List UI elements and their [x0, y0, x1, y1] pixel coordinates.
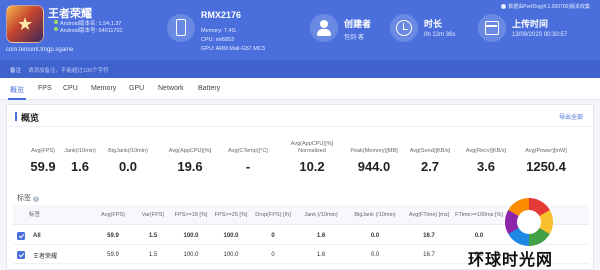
info-icon: [501, 4, 507, 9]
row-name: All: [33, 233, 41, 239]
remark-bar: 备注 请添加备注，不能超过100个字符: [0, 60, 600, 78]
table-cell: 100.0: [183, 252, 199, 258]
upload-value: 13/09/2020 00:30:57: [512, 32, 568, 38]
creator-label: 创建者: [344, 19, 372, 29]
column-header[interactable]: Avg(FTime) [ms]: [403, 205, 455, 225]
table-cell: 0: [271, 252, 275, 258]
column-header[interactable]: Var(FPS): [135, 205, 171, 225]
upload-info: 上传时间 13/09/2020 00:30:57: [478, 10, 588, 50]
column-header[interactable]: FPS>=25 [%]: [211, 205, 251, 225]
column-header[interactable]: Avg(FPS): [91, 205, 135, 225]
report-header: ★ 王者荣耀 Android版本名: 1.54.1.37 Android版本号:…: [0, 0, 600, 60]
table-cell: 59.9: [107, 233, 119, 239]
watermark-logo-icon: [505, 198, 553, 246]
table-cell: 0.0: [370, 233, 380, 239]
table-cell: 100.0: [223, 252, 239, 258]
table-cell: 1.5: [148, 252, 158, 258]
table-cell: 0: [271, 233, 275, 239]
metric-label: Avg(CTemp)[°C]: [228, 148, 268, 154]
device-gpu: GPU: ARM Mali-G57 MC3: [201, 46, 265, 52]
metric-label: Avg(AppCPU)[%] Normalized: [290, 141, 334, 154]
watermark-text: 环球时光网: [468, 252, 554, 269]
metric-label: BigJank(/10min): [108, 148, 148, 154]
watermark: 环球时光网: [462, 196, 600, 270]
tags-label-text: 标签: [17, 195, 31, 202]
app-info: ★ 王者荣耀 Android版本名: 1.54.1.37 Android版本号:…: [6, 5, 156, 55]
metric-label: Avg(Power)[mW]: [525, 148, 567, 154]
table-cell: 1.5: [148, 233, 158, 239]
table-cell: 1.6: [316, 252, 326, 258]
tab-memory[interactable]: Memory: [91, 85, 116, 92]
tab-gpu[interactable]: GPU: [129, 85, 144, 92]
app-icon: ★: [6, 5, 44, 43]
tab-network[interactable]: Network: [158, 85, 184, 92]
row-checkbox[interactable]: [17, 232, 25, 240]
device-model: RMX2176: [201, 10, 242, 20]
device-cpu: CPU: mt6853: [201, 37, 235, 43]
calendar-icon: [478, 14, 506, 42]
metric-value: -: [245, 159, 251, 174]
tab-overview[interactable]: 概览: [8, 85, 26, 100]
metric-value: 19.6: [177, 159, 203, 174]
table-cell: 100.0: [183, 233, 199, 239]
metric-label: Avg(Recv)[KB/s]: [465, 148, 507, 154]
metric-label: Avg(AppCPU)[%]: [168, 148, 212, 154]
table-cell: 100.0: [223, 233, 239, 239]
tab-bar: 概览 FPS CPU Memory GPU Network Battery: [0, 78, 600, 100]
version-note: 数据由PerfDog(4.1.200700)版本收集: [501, 3, 590, 10]
android-version-code: Android版本号: 54011701: [54, 27, 123, 34]
app-package: com.tencent.tmgp.sgame: [6, 47, 74, 53]
metric-bigjank: BigJank(/10min) 0.0: [95, 137, 161, 174]
duration-label: 时长: [424, 19, 443, 29]
metric-value: 1250.4: [526, 159, 566, 174]
table-cell: 59.9: [107, 252, 119, 258]
user-icon: [310, 14, 338, 42]
duration-info: 时长 0h 12m 36s: [390, 10, 470, 50]
column-header[interactable]: FPS>=18 [%]: [171, 205, 211, 225]
tags-section-label: 标签?: [17, 193, 39, 203]
version-note-text: 数据由PerfDog(4.1.200700)版本收集: [508, 4, 590, 10]
upload-label: 上传时间: [512, 19, 549, 29]
metric-ctemp: Avg(CTemp)[°C] -: [215, 137, 281, 174]
column-header[interactable]: BigJank (/10min): [347, 205, 403, 225]
metric-recv: Avg(Recv)[KB/s] 3.6: [453, 137, 519, 174]
remark-input[interactable]: 请添加备注，不能超过100个字符: [28, 66, 109, 74]
column-header[interactable]: Drop(FPS) [/h]: [251, 205, 295, 225]
device-memory: Memory: 7.4G: [201, 28, 236, 34]
divider: [7, 126, 593, 127]
row-checkbox[interactable]: [17, 251, 25, 259]
creator-info: 创建者 包剑·客: [310, 10, 390, 50]
export-all-button[interactable]: 导出全部: [559, 112, 583, 121]
column-header[interactable]: 标签: [19, 205, 59, 225]
help-icon[interactable]: ?: [33, 196, 39, 202]
overview-title: 概览: [15, 111, 39, 124]
table-cell: 16.7: [423, 233, 435, 239]
metric-value: 0.0: [118, 159, 138, 174]
tab-cpu[interactable]: CPU: [63, 85, 78, 92]
tab-battery[interactable]: Battery: [198, 85, 220, 92]
creator-value: 包剑·客: [344, 35, 364, 41]
clock-icon: [390, 14, 418, 42]
column-header[interactable]: Jank (/10min): [295, 205, 347, 225]
metric-power: Avg(Power)[mW] 1250.4: [513, 137, 579, 174]
metric-app-cpu: Avg(AppCPU)[%] 19.6: [157, 137, 223, 174]
metric-app-cpu-normalized: Avg(AppCPU)[%] Normalized 10.2: [279, 137, 345, 174]
metric-value: 10.2: [299, 159, 325, 174]
tab-fps[interactable]: FPS: [38, 85, 52, 92]
table-cell: 16.7: [423, 252, 435, 258]
remark-label: 备注: [10, 68, 22, 74]
table-cell: 1.6: [316, 233, 326, 239]
phone-icon: [167, 14, 195, 42]
metric-value: 3.6: [476, 159, 496, 174]
device-info: RMX2176 Memory: 7.4G CPU: mt6853 GPU: AR…: [165, 6, 300, 58]
duration-value: 0h 12m 36s: [424, 32, 456, 38]
table-cell: 0.0: [370, 252, 380, 258]
row-name: 王者荣耀: [33, 253, 58, 260]
